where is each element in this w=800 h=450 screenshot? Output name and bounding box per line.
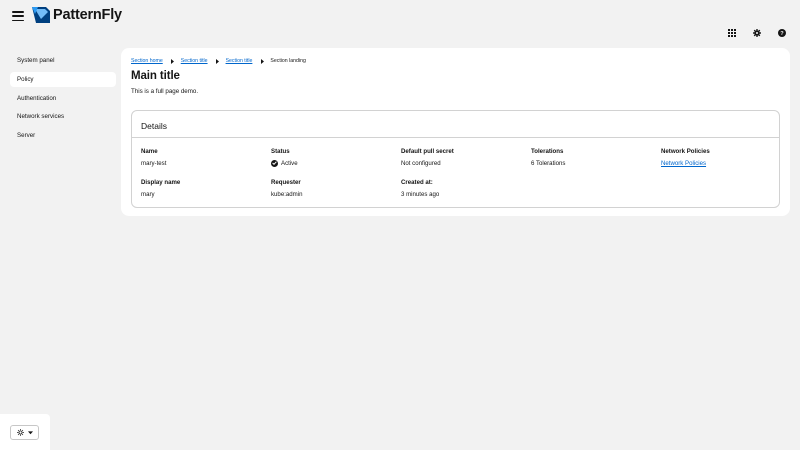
logo[interactable]: PatternFly xyxy=(32,6,122,23)
breadcrumb-link-section-title-1[interactable]: Section title xyxy=(181,58,208,64)
settings-gear-icon[interactable] xyxy=(751,27,763,39)
caret-down-icon xyxy=(27,430,33,434)
status-value-text: Active xyxy=(281,159,298,167)
details-card-title: Details xyxy=(141,121,167,131)
help-icon[interactable]: ? xyxy=(776,27,788,39)
breadcrumb-current-section-landing: Section landing xyxy=(270,58,306,64)
status-label: Status xyxy=(271,148,290,155)
status-value: Active xyxy=(271,159,298,167)
check-circle-icon xyxy=(271,159,278,167)
patternfly-logo-icon xyxy=(32,6,50,23)
network-policies-label: Network Policies xyxy=(661,148,710,155)
pull-secret-value: Not configured xyxy=(401,160,441,167)
breadcrumb-separator-icon xyxy=(214,57,222,65)
sidebar-nav: System panel Policy Authentication Netwo… xyxy=(10,53,116,147)
masthead: PatternFly ? xyxy=(0,0,800,44)
breadcrumb-link-section-home[interactable]: Section home xyxy=(131,58,163,64)
details-divider xyxy=(132,137,779,138)
apps-grid-icon[interactable] xyxy=(726,27,738,39)
tolerations-label: Tolerations xyxy=(531,148,564,155)
page-description: This is a full page demo. xyxy=(131,88,199,95)
created-at-label: Created at: xyxy=(401,179,433,186)
requester-value: kube:admin xyxy=(271,191,303,198)
pull-secret-label: Default pull secret xyxy=(401,148,454,155)
name-label: Name xyxy=(141,148,158,155)
network-policies-link[interactable]: Network Policies xyxy=(661,160,706,167)
main-content: Section home Section title Section title… xyxy=(121,48,790,216)
logo-text: PatternFly xyxy=(53,7,122,23)
sidebar-item-system-panel[interactable]: System panel xyxy=(10,53,116,68)
details-card: Details Name mary-test Status Active Def… xyxy=(131,110,780,208)
tolerations-value: 6 Tolerations xyxy=(531,160,566,167)
display-name-label: Display name xyxy=(141,179,181,186)
svg-text:?: ? xyxy=(780,31,784,37)
requester-label: Requester xyxy=(271,179,301,186)
breadcrumb-separator-icon xyxy=(169,57,177,65)
breadcrumb: Section home Section title Section title… xyxy=(131,57,306,65)
display-name-value: mary xyxy=(141,191,155,198)
sun-icon xyxy=(16,429,24,436)
theme-panel xyxy=(0,414,50,450)
nav-toggle-hamburger-icon[interactable] xyxy=(12,11,24,21)
breadcrumb-separator-icon xyxy=(258,57,266,65)
created-at-value: 3 minutes ago xyxy=(401,191,440,198)
breadcrumb-link-section-title-2[interactable]: Section title xyxy=(226,58,253,64)
sidebar-item-policy[interactable]: Policy xyxy=(10,71,116,87)
page-title: Main title xyxy=(131,70,180,82)
sidebar-item-authentication[interactable]: Authentication xyxy=(10,91,116,106)
theme-select-button[interactable] xyxy=(10,425,39,440)
sidebar-item-server[interactable]: Server xyxy=(10,128,116,143)
name-value: mary-test xyxy=(141,160,167,167)
sidebar-item-network-services[interactable]: Network services xyxy=(10,109,116,124)
